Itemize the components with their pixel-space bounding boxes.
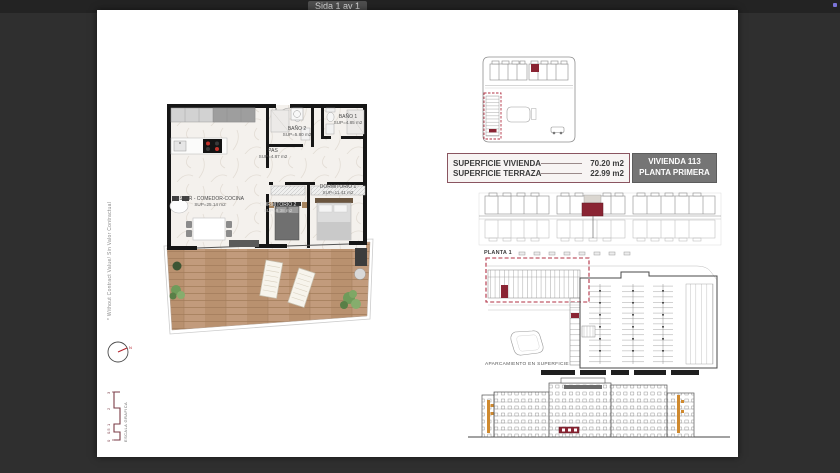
highlighted-unit-roof — [582, 203, 603, 216]
tv-cabinet — [229, 240, 259, 247]
building-elevation-drawing — [466, 376, 734, 454]
room-label-estar: ESTAR - COMEDOR-COCINA SUP=25.14 m2 — [175, 196, 245, 208]
highlighted-stall — [501, 285, 508, 298]
unit-floor: PLANTA PRIMERA — [633, 168, 716, 179]
dash-line — [541, 173, 582, 174]
graphic-scale-bar: 3 2 1 0.5 0 ESCALA GRAFICA — [105, 382, 135, 454]
parking-plan-drawing — [481, 248, 729, 378]
room-area: SUP=4.87 m2 — [248, 154, 298, 160]
room-area: SUP=25.14 m2 — [175, 202, 245, 208]
section-wall-blocks — [541, 370, 699, 375]
parking-plan-caption: APARCAMIENTO EN SUPERFICIE — [485, 362, 569, 367]
cooktop — [203, 139, 222, 153]
north-label: N — [129, 345, 132, 350]
surface-value: 70.20 m2 — [590, 159, 624, 168]
apartment-floor-plan: ESTAR - COMEDOR-COCINA SUP=25.14 m2 DORM… — [163, 98, 375, 338]
room-label-bano1: BAÑO 1 SUP=4.85 m2 — [326, 114, 370, 126]
highlighted-stall-2 — [571, 313, 579, 318]
building-blocks — [490, 61, 568, 80]
island — [193, 218, 225, 240]
stairs — [582, 326, 595, 337]
highlighted-stall-site — [489, 129, 497, 132]
room-area: SUP=5.80 m2 — [276, 132, 318, 138]
disclaimer-text: * Without Contract Value/ Sin Valor Cont… — [107, 182, 113, 320]
unit-number: VIVIENDA 113 — [633, 157, 716, 168]
red-unit-windows — [562, 429, 577, 432]
surface-info-table: SUPERFICIE VIVIENDA 70.20 m2 SUPERFICIE … — [447, 153, 717, 183]
surface-row-vivienda: SUPERFICIE VIVIENDA 70.20 m2 — [453, 159, 624, 168]
highlighted-unit-site — [531, 64, 539, 72]
surface-row-terraza: SUPERFICIE TERRAZA 22.99 m2 — [453, 169, 624, 178]
roof-bottom-row — [485, 220, 715, 241]
washer — [291, 108, 303, 120]
unit-badge: VIVIENDA 113 PLANTA PRIMERA — [632, 153, 717, 183]
surface-value: 22.99 m2 — [590, 169, 624, 178]
room-label-dormitorio2: DORMITORIO 2 SUP=9.38 m2 — [256, 202, 300, 214]
car-icon — [551, 127, 564, 134]
scale-tick: 3 — [106, 391, 111, 394]
scale-tick: 1 — [106, 423, 111, 426]
scale-tick: 2 — [106, 407, 111, 410]
scale-tick: 0.5 — [106, 428, 111, 434]
room-area: SUP=11.41 m2 — [313, 190, 363, 196]
elevation-blocks — [482, 383, 694, 437]
room-label-bano2: BAÑO 2 SUP=5.80 m2 — [276, 126, 318, 138]
garage-stalls — [589, 284, 673, 364]
viewer-stage: Sida 1 av 1 * Without Contract Value/ Si… — [0, 0, 840, 473]
browser-notification-dot[interactable] — [833, 3, 837, 7]
ramp-zone — [686, 284, 713, 364]
dash-line — [541, 163, 582, 164]
room-area: SUP=4.85 m2 — [326, 120, 370, 126]
floor-plan-drawing — [163, 98, 375, 338]
pool-outline — [507, 107, 530, 122]
room-label-dormitorio1: DORMITORIO 1 SUP=11.41 m2 — [313, 184, 363, 196]
scale-tick: 0 — [106, 439, 111, 442]
site-plan-drawing — [465, 46, 585, 150]
surface-rows: SUPERFICIE VIVIENDA 70.20 m2 SUPERFICIE … — [447, 153, 630, 183]
pdf-page: * Without Contract Value/ Sin Valor Cont… — [97, 10, 738, 457]
scale-label: ESCALA GRAFICA — [123, 402, 128, 442]
middle-stall-column — [570, 298, 580, 365]
room-label-pasillo: PAS SUP=4.87 m2 — [248, 148, 298, 160]
surface-label: SUPERFICIE VIVIENDA — [453, 159, 541, 168]
north-compass-icon: N — [105, 338, 133, 366]
surface-label: SUPERFICIE TERRAZA — [453, 169, 541, 178]
room-area: SUP=9.38 m2 — [256, 208, 300, 214]
roof-plan-drawing — [477, 192, 723, 250]
outdoor-unit — [355, 248, 367, 266]
grid-markers — [519, 252, 630, 255]
